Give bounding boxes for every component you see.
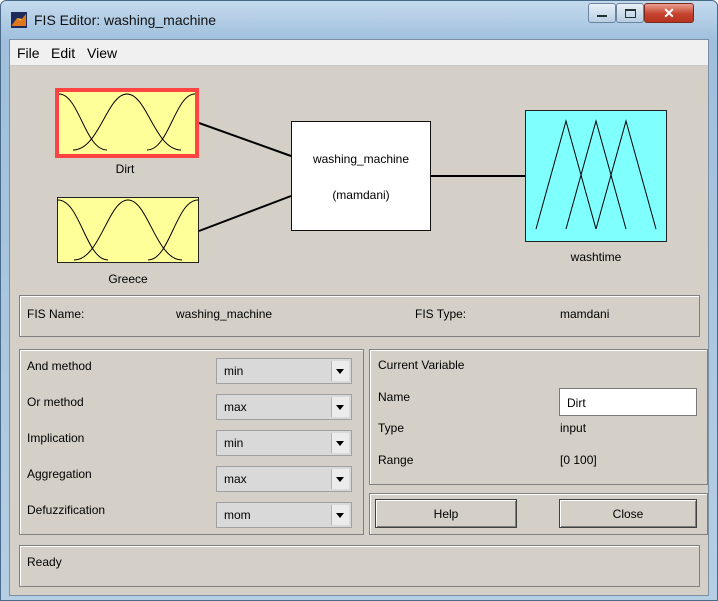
- button-panel: Help Close: [369, 493, 708, 535]
- mf-curves-icon: [59, 93, 195, 151]
- status-panel: Ready: [19, 545, 700, 587]
- and-method-select[interactable]: min: [216, 358, 352, 384]
- output-box-washtime[interactable]: [525, 110, 667, 242]
- and-method-value: min: [224, 364, 244, 378]
- or-method-value: max: [224, 400, 247, 414]
- input-label-greece: Greece: [108, 272, 148, 286]
- client-area: File Edit View Dirt Greece washing_machi…: [9, 39, 709, 596]
- input-box-greece[interactable]: [57, 197, 199, 263]
- aggregation-select[interactable]: max: [216, 466, 352, 492]
- window-title: FIS Editor: washing_machine: [34, 12, 217, 28]
- fis-type-label: FIS Type:: [415, 307, 467, 321]
- matlab-app-icon: [11, 12, 27, 28]
- input-box-dirt[interactable]: [55, 88, 199, 158]
- close-icon: ✕: [663, 4, 675, 21]
- fis-editor-window: FIS Editor: washing_machine ✕ File Edit …: [0, 0, 718, 601]
- chevron-down-icon[interactable]: [331, 469, 349, 489]
- methods-panel: And method min Or method max Implication…: [19, 349, 364, 535]
- variable-range-label: Range: [378, 453, 414, 467]
- input-label-dirt: Dirt: [115, 162, 135, 176]
- current-variable-panel: Current Variable Name Dirt Type input Ra…: [369, 349, 708, 485]
- current-variable-title: Current Variable: [378, 358, 465, 372]
- implication-select[interactable]: min: [216, 430, 352, 456]
- variable-name-value: Dirt: [567, 396, 586, 410]
- title-bar[interactable]: FIS Editor: washing_machine ✕: [1, 1, 717, 39]
- system-block[interactable]: washing_machine (mamdani): [291, 121, 431, 231]
- or-method-label: Or method: [27, 395, 84, 409]
- output-label-washtime: washtime: [570, 250, 622, 264]
- chevron-down-icon[interactable]: [331, 397, 349, 417]
- close-window-button[interactable]: ✕: [644, 3, 694, 23]
- variable-range-value: [0 100]: [560, 453, 597, 467]
- fis-info-panel: FIS Name: washing_machine FIS Type: mamd…: [19, 295, 700, 337]
- defuzzification-label: Defuzzification: [27, 503, 106, 517]
- fis-name-label: FIS Name:: [27, 307, 85, 321]
- defuzzification-select[interactable]: mom: [216, 502, 352, 528]
- menu-bar: File Edit View: [10, 40, 708, 66]
- aggregation-value: max: [224, 472, 247, 486]
- maximize-button[interactable]: [616, 3, 644, 23]
- defuzzification-value: mom: [224, 508, 251, 522]
- minimize-button[interactable]: [588, 3, 616, 23]
- chevron-down-icon[interactable]: [331, 433, 349, 453]
- system-type: (mamdani): [332, 188, 390, 202]
- aggregation-label: Aggregation: [27, 467, 92, 481]
- variable-type-value: input: [560, 421, 587, 435]
- menu-file[interactable]: File: [17, 45, 40, 61]
- chevron-down-icon[interactable]: [331, 361, 349, 381]
- connector-dirt: [198, 122, 292, 157]
- or-method-select[interactable]: max: [216, 394, 352, 420]
- system-name: washing_machine: [312, 152, 410, 166]
- close-button[interactable]: Close: [559, 499, 697, 528]
- minimize-icon: [597, 15, 607, 17]
- maximize-icon: [624, 8, 636, 18]
- fis-diagram: Dirt Greece washing_machine (mamdani) wa…: [10, 66, 708, 287]
- chevron-down-icon[interactable]: [331, 505, 349, 525]
- variable-name-label: Name: [378, 390, 411, 404]
- mf-triangles-icon: [535, 119, 657, 230]
- connector-greece: [198, 195, 292, 232]
- implication-label: Implication: [27, 431, 85, 445]
- variable-type-label: Type: [378, 421, 405, 435]
- variable-name-field[interactable]: Dirt: [559, 388, 697, 416]
- menu-edit[interactable]: Edit: [51, 45, 75, 61]
- fis-type-value: mamdani: [560, 307, 610, 321]
- fis-name-value: washing_machine: [176, 307, 273, 321]
- menu-view[interactable]: View: [87, 45, 117, 61]
- help-button[interactable]: Help: [375, 499, 517, 528]
- status-text: Ready: [27, 555, 62, 569]
- mf-curves-icon: [58, 199, 198, 261]
- implication-value: min: [224, 436, 244, 450]
- and-method-label: And method: [27, 359, 92, 373]
